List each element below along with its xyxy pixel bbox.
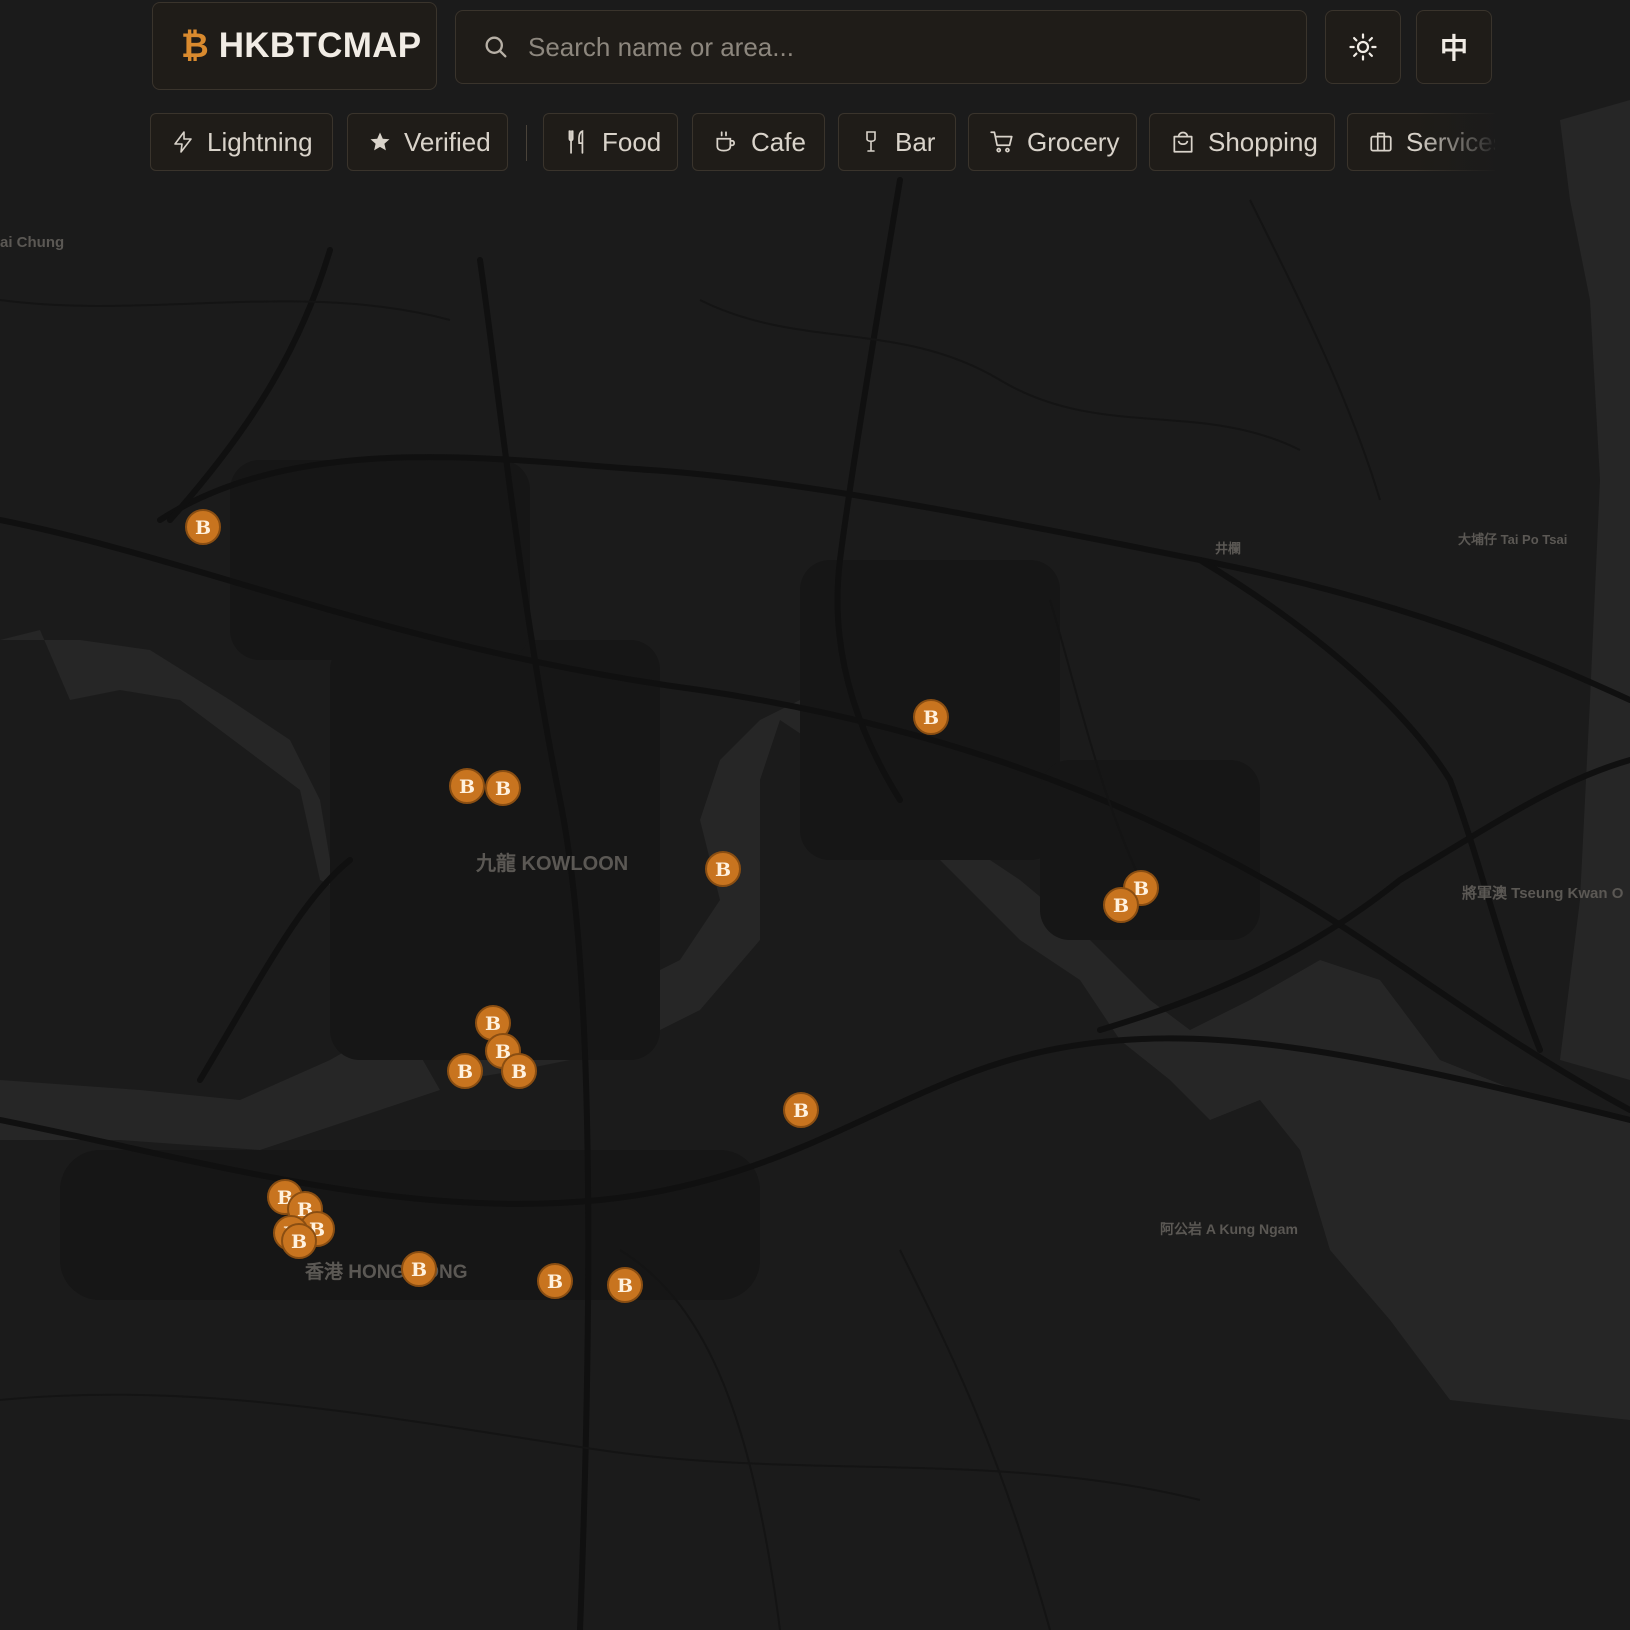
label-hong-kong: 香港 HONG KONG [304, 1261, 468, 1283]
search-bar[interactable] [455, 10, 1307, 84]
filter-label: Food [602, 126, 662, 157]
coffee-cup-icon [716, 131, 735, 152]
marker-bitcoin-symbol: B [793, 1100, 809, 1122]
marker-bitcoin-symbol: B [511, 1061, 527, 1083]
marker-bitcoin-symbol: B [457, 1061, 473, 1083]
bitcoin-location-marker[interactable]: B [705, 851, 741, 887]
label-kowloon: 九龍 KOWLOON [475, 851, 628, 875]
filter-label: Lightning [207, 126, 313, 157]
wine-glass-icon [866, 131, 876, 152]
app-title: HKBTCMAP [218, 26, 422, 65]
bitcoin-location-marker[interactable]: B [281, 1223, 317, 1259]
label-tseung-kwan-o: 將軍澳 Tseung Kwan O [1462, 884, 1624, 902]
filter-label: Shopping [1208, 126, 1318, 157]
lightning-icon [174, 131, 192, 153]
theme-toggle-button[interactable] [1325, 10, 1401, 84]
label-kwai-chung: ai Chung [0, 234, 64, 251]
filter-label: Cafe [751, 126, 806, 157]
filter-bar: Lightning Verified Food Cafe Bar Grocery… [150, 113, 1495, 173]
language-label: 中 [1439, 32, 1468, 65]
star-icon [370, 132, 390, 151]
bitcoin-location-marker[interactable]: B [783, 1092, 819, 1128]
filter-label: Services [1406, 126, 1495, 157]
filter-food[interactable]: Food [543, 113, 678, 171]
label-ngau-chi-wan: 井欄 [1215, 541, 1241, 556]
filter-bar-category[interactable]: Bar [838, 113, 956, 171]
bitcoin-location-marker[interactable]: B [607, 1267, 643, 1303]
marker-bitcoin-symbol: B [1113, 895, 1129, 917]
marker-bitcoin-symbol: B [459, 776, 475, 798]
marker-bitcoin-symbol: B [195, 517, 211, 539]
language-toggle-button[interactable]: 中 [1416, 10, 1492, 84]
marker-bitcoin-symbol: B [411, 1259, 427, 1281]
label-tai-po-tsai: 大埔仔 Tai Po Tsai [1458, 532, 1567, 547]
bitcoin-location-marker[interactable]: B [501, 1053, 537, 1089]
bitcoin-location-marker[interactable]: B [485, 770, 521, 806]
bitcoin-location-marker[interactable]: B [447, 1053, 483, 1089]
filter-shopping[interactable]: Shopping [1149, 113, 1335, 171]
filter-grocery[interactable]: Grocery [968, 113, 1137, 171]
sun-icon [1349, 33, 1377, 61]
marker-bitcoin-symbol: B [715, 859, 731, 881]
map-tiles: 九龍 KOWLOON 香港 HONG KONG 將軍澳 Tseung Kwan … [0, 0, 1630, 1630]
map-canvas[interactable]: 九龍 KOWLOON 香港 HONG KONG 將軍澳 Tseung Kwan … [0, 0, 1630, 1630]
search-icon [485, 36, 507, 58]
bitcoin-logo-icon: ₿ [181, 27, 209, 65]
filter-services[interactable]: Services [1347, 113, 1495, 171]
bitcoin-location-marker[interactable]: B [401, 1251, 437, 1287]
marker-bitcoin-symbol: B [291, 1231, 307, 1253]
shopping-bag-icon [1173, 131, 1193, 153]
marker-bitcoin-symbol: B [495, 778, 511, 800]
filter-label: Verified [404, 126, 491, 157]
label-a-kung-ngam: 阿公岩 A Kung Ngam [1160, 1221, 1298, 1237]
search-input[interactable] [526, 30, 1306, 64]
marker-bitcoin-symbol: B [485, 1013, 501, 1035]
briefcase-icon [1370, 132, 1392, 152]
bitcoin-location-marker[interactable]: B [449, 768, 485, 804]
filter-cafe[interactable]: Cafe [692, 113, 825, 171]
app-logo[interactable]: ₿ HKBTCMAP [152, 2, 437, 90]
bitcoin-location-marker[interactable]: B [185, 509, 221, 545]
marker-bitcoin-symbol: B [547, 1271, 563, 1293]
utensils-icon [568, 129, 584, 154]
marker-bitcoin-symbol: B [923, 707, 939, 729]
cart-icon [990, 131, 1013, 153]
filter-divider [526, 125, 527, 161]
filter-lightning[interactable]: Lightning [150, 113, 333, 171]
bitcoin-location-marker[interactable]: B [537, 1263, 573, 1299]
bitcoin-location-marker[interactable]: B [1103, 887, 1139, 923]
filter-label: Grocery [1027, 126, 1120, 157]
bitcoin-location-marker[interactable]: B [913, 699, 949, 735]
marker-bitcoin-symbol: B [617, 1275, 633, 1297]
filter-verified[interactable]: Verified [347, 113, 508, 171]
filter-label: Bar [895, 126, 936, 157]
